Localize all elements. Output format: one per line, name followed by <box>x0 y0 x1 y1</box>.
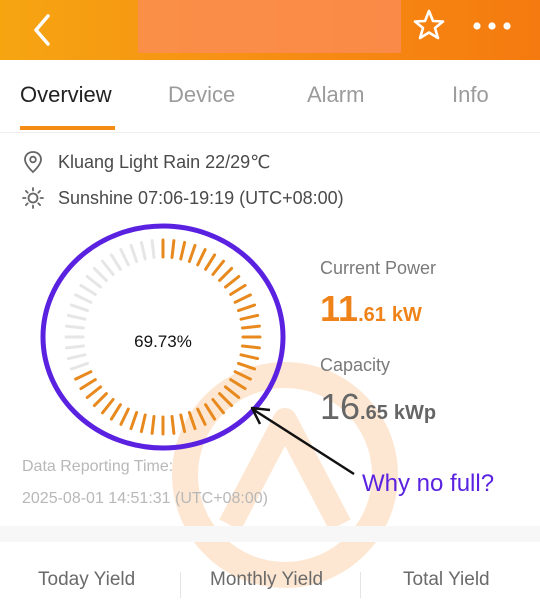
gauge-tick-filled <box>218 266 234 282</box>
gauge-tick-filled <box>233 293 252 304</box>
gauge-tick-filled <box>196 248 207 267</box>
gauge-tick-empty <box>139 240 147 261</box>
gauge-tick-empty <box>74 293 93 304</box>
gauge-tick-filled <box>229 283 247 296</box>
gauge-tick-filled <box>204 253 217 271</box>
gauge-tick-empty <box>109 253 122 271</box>
gauge-tick-filled <box>119 407 130 426</box>
gauge-tick-filled <box>179 413 187 434</box>
reporting-time-value: 2025-08-01 14:51:31 (UTC+08:00) <box>22 490 268 507</box>
gauge-tick-empty <box>85 275 102 289</box>
gauge-percent-label: 69.73% <box>134 332 192 351</box>
gauge-tick-filled <box>85 385 102 399</box>
capacity-unit: kWp <box>393 402 437 424</box>
chevron-left-icon <box>34 14 50 46</box>
sunshine-text: Sunshine 07:06-19:19 (UTC+08:00) <box>58 188 344 208</box>
tab-info[interactable]: Info <box>452 82 489 108</box>
gauge-tick-filled <box>187 243 197 263</box>
gauge-tick-filled <box>170 239 176 259</box>
gauge-tick-empty <box>92 266 108 282</box>
tab-bar: Overview Device Alarm Info <box>0 60 540 133</box>
gauge-tick-filled <box>79 378 97 391</box>
gauge-tick-filled <box>170 415 176 435</box>
gauge-tick-filled <box>92 392 108 408</box>
gauge-tick-filled <box>196 407 207 426</box>
gauge-tick-filled <box>179 240 187 261</box>
gauge-tick-empty <box>101 259 115 276</box>
gauge-tick-filled <box>237 303 257 313</box>
current-power-label: Current Power <box>320 258 437 278</box>
current-power-int: 11 <box>320 288 359 329</box>
sun-icon <box>22 187 44 209</box>
gauge-tick-filled <box>211 398 225 415</box>
gauge-tick-empty <box>66 353 87 361</box>
gauge-tick-empty <box>79 283 97 296</box>
gauge-tick-empty <box>119 248 130 267</box>
section-divider <box>0 526 540 542</box>
yield-separator <box>360 572 361 598</box>
gauge-tick-filled <box>218 392 234 408</box>
gauge-tick-empty <box>65 324 85 330</box>
gauge-tick-filled <box>101 398 115 415</box>
more-button[interactable] <box>470 14 514 38</box>
gauge-tick-filled <box>139 413 147 434</box>
gauge-tick-filled <box>241 324 261 330</box>
gauge-tick-filled <box>74 370 93 381</box>
gauge-tick-filled <box>233 370 252 381</box>
gauge-tick-empty <box>150 239 156 259</box>
gauge-tick-filled <box>237 361 257 371</box>
gauge-tick-filled <box>109 403 122 421</box>
star-outline-icon <box>413 9 445 40</box>
more-dots-icon <box>473 22 511 30</box>
page-title-redacted <box>138 0 401 53</box>
gauge-tick-empty <box>69 361 89 371</box>
gauge-tick-empty <box>129 243 139 263</box>
yield-separator <box>180 572 181 598</box>
tab-total-yield[interactable]: Total Yield <box>403 569 490 591</box>
tab-device[interactable]: Device <box>168 82 235 108</box>
gauge-tick-filled <box>239 353 260 361</box>
tab-today-yield[interactable]: Today Yield <box>38 569 135 591</box>
gauge-tick-filled <box>229 378 247 391</box>
location-weather-text: Kluang Light Rain 22/29℃ <box>58 152 271 172</box>
gauge-tick-empty <box>69 303 89 313</box>
tab-overview[interactable]: Overview <box>20 82 112 108</box>
active-tab-indicator <box>20 126 115 130</box>
gauge-tick-filled <box>224 385 241 399</box>
gauge-tick-filled <box>224 275 241 289</box>
gauge-tick-filled <box>150 415 156 435</box>
app-header <box>0 0 540 60</box>
back-button[interactable] <box>24 10 64 50</box>
gauge-tick-filled <box>211 259 225 276</box>
annotation-arrow <box>250 406 355 476</box>
current-power-unit: kW <box>391 304 422 326</box>
capacity-label: Capacity <box>320 355 391 375</box>
annotation-text: Why no full? <box>362 470 495 497</box>
tab-monthly-yield[interactable]: Monthly Yield <box>210 569 323 591</box>
tab-alarm[interactable]: Alarm <box>307 82 364 108</box>
gauge-tick-filled <box>187 411 197 431</box>
current-power-value: 11.61 kW <box>320 288 422 330</box>
capacity-dec: .65 <box>360 402 388 424</box>
current-power-dec: .61 <box>358 304 386 326</box>
location-pin-icon <box>24 151 42 174</box>
gauge-tick-filled <box>129 411 139 431</box>
gauge-tick-filled <box>239 313 260 321</box>
reporting-time-label: Data Reporting Time: <box>22 458 174 475</box>
gauge-tick-filled <box>204 403 217 421</box>
favorite-button[interactable] <box>412 8 446 42</box>
gauge-tick-empty <box>66 313 87 321</box>
